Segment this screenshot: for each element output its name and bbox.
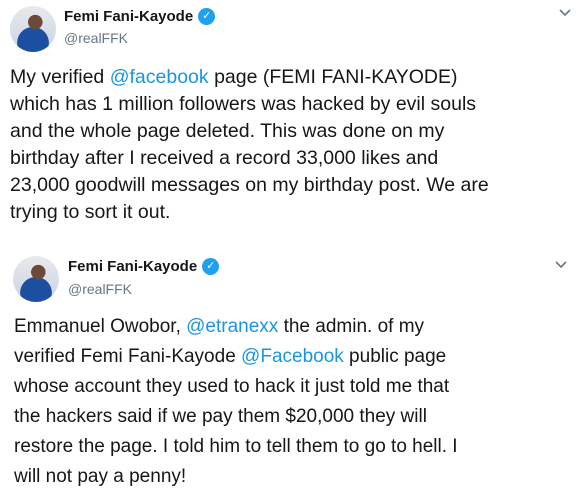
tweet-text-line: the hackers said if we pay them $20,000 … — [14, 402, 574, 432]
tweet-text: Emmanuel Owobor, @etranexx the admin. of… — [14, 312, 574, 492]
verified-badge-icon: ✓ — [202, 258, 220, 275]
tweet-text-segment: verified Femi Fani-Kayode — [14, 346, 242, 367]
tweet-text-segment: the hackers said if we pay them $20,000 … — [14, 406, 427, 427]
tweet-text-line: verified Femi Fani-Kayode @Facebook publ… — [14, 342, 574, 372]
tweet-text-line: Emmanuel Owobor, @etranexx the admin. of… — [14, 312, 574, 342]
tweet-text-segment: My verified — [10, 66, 110, 88]
tweet-text-segment: page (FEMI FANI-KAYODE) — [208, 66, 458, 88]
tweet-text-segment: 23,000 goodwill messages on my birthday … — [10, 174, 489, 196]
tweet-text-segment: public page — [343, 346, 447, 367]
tweet-text-segment: which has 1 million followers was hacked… — [10, 93, 477, 115]
display-name[interactable]: Femi Fani-Kayode — [68, 258, 197, 275]
chevron-down-icon[interactable] — [558, 6, 572, 20]
avatar[interactable] — [10, 6, 56, 52]
handle[interactable]: @realFFK — [64, 30, 128, 46]
handle[interactable]: @realFFK — [68, 281, 132, 297]
tweet-text-line: and the whole page deleted. This was don… — [10, 118, 575, 145]
tweet-text-segment: the admin. of my — [278, 316, 425, 337]
mention-link[interactable]: @facebook — [110, 66, 209, 88]
tweet-2: Femi Fani-Kayode ✓ @realFFK Emmanuel Owo… — [0, 248, 582, 498]
chevron-down-icon[interactable] — [554, 258, 568, 272]
tweet-text-segment: trying to sort it out. — [10, 201, 171, 223]
verified-badge-icon: ✓ — [198, 8, 216, 25]
tweet-text-line: restore the page. I told him to tell the… — [14, 432, 574, 462]
mention-link[interactable]: @etranexx — [186, 316, 278, 337]
tweet-text-segment: restore the page. I told him to tell the… — [14, 436, 458, 457]
tweet-text-segment: will not pay a penny! — [14, 466, 187, 487]
tweet-text: My verified @facebook page (FEMI FANI-KA… — [10, 64, 575, 226]
tweet-text-line: which has 1 million followers was hacked… — [10, 91, 575, 118]
author-row: Femi Fani-Kayode ✓ — [64, 8, 216, 25]
tweet-text-line: trying to sort it out. — [10, 199, 575, 226]
tweet-text-segment: Emmanuel Owobor, — [14, 316, 187, 337]
author-row: Femi Fani-Kayode ✓ — [68, 258, 220, 275]
tweet-text-segment: birthday after I received a record 33,00… — [10, 147, 439, 169]
tweet-text-line: 23,000 goodwill messages on my birthday … — [10, 172, 575, 199]
tweet-text-segment: whose account they used to hack it just … — [14, 376, 450, 397]
tweet-text-line: birthday after I received a record 33,00… — [10, 145, 575, 172]
tweet-text-line: whose account they used to hack it just … — [14, 372, 574, 402]
display-name[interactable]: Femi Fani-Kayode — [64, 8, 193, 25]
tweet-1: Femi Fani-Kayode ✓ @realFFK My verified … — [0, 0, 582, 246]
tweet-text-line: will not pay a penny! — [14, 462, 574, 492]
tweet-text-segment: and the whole page deleted. This was don… — [10, 120, 445, 142]
tweet-text-line: My verified @facebook page (FEMI FANI-KA… — [10, 64, 575, 91]
avatar[interactable] — [13, 256, 59, 302]
mention-link[interactable]: @Facebook — [241, 346, 344, 367]
